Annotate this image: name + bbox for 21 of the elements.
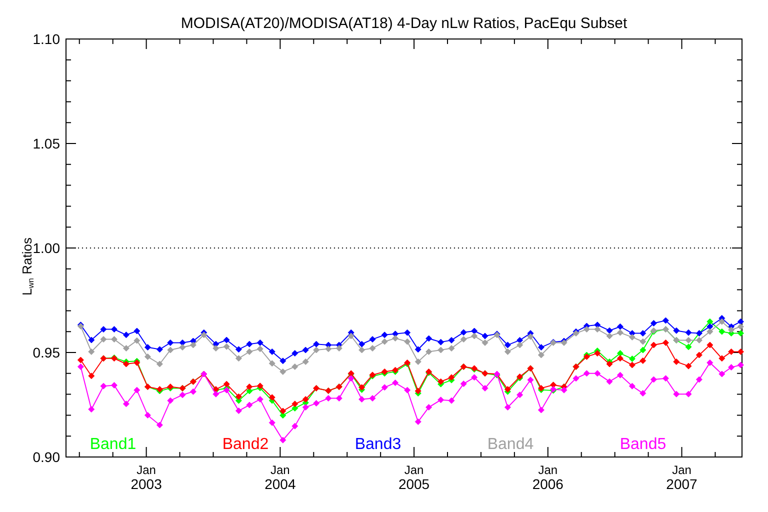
chart-title: MODISA(AT20)/MODISA(AT18) 4-Day nLw Ratios, PacEqu Subset: [180, 15, 628, 32]
tick-label: Jan: [136, 463, 156, 477]
series-label: Band3: [354, 436, 402, 453]
tick-label: 2004: [264, 476, 296, 492]
tick-label: 2007: [666, 476, 698, 492]
tick-label: 1.10: [32, 31, 60, 47]
tick-label: 0.90: [32, 449, 60, 465]
tick-label: 0.95: [32, 344, 60, 360]
tick-label: Jan: [538, 463, 558, 477]
series-label: Band1: [90, 436, 136, 453]
tick-label: Jan: [404, 463, 424, 477]
tick-label: Jan: [672, 463, 692, 477]
tick-label: 1.00: [32, 240, 60, 256]
series-label: Band5: [620, 436, 666, 453]
series-label: Band2: [222, 436, 269, 453]
tick-label: 1.05: [32, 136, 60, 152]
tick-label: 2006: [532, 476, 564, 492]
series-label: Band4: [487, 436, 534, 453]
tick-label: Jan: [270, 463, 290, 477]
tick-label: 2003: [130, 476, 162, 492]
tick-label: 2005: [398, 476, 430, 492]
